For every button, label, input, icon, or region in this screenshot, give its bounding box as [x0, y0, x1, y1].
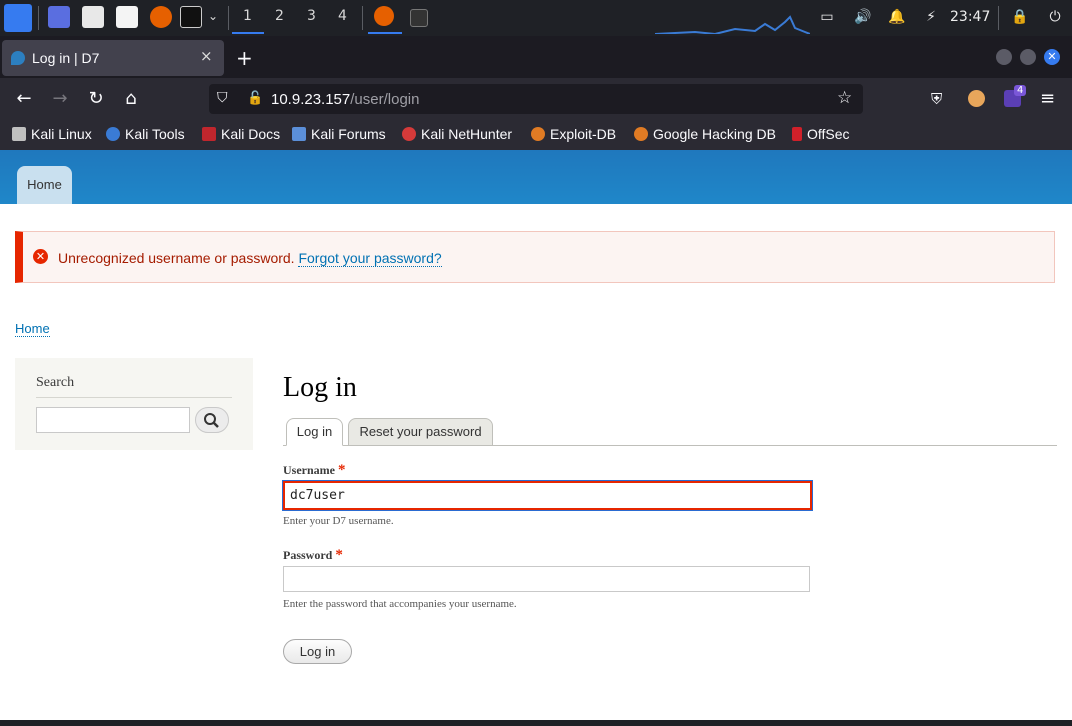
bookmark-offsec[interactable]: OffSec [792, 126, 850, 142]
maximize-icon[interactable] [1020, 49, 1036, 65]
extension-badge: 4 [1014, 85, 1027, 96]
terminal-window-icon[interactable] [410, 9, 428, 27]
search-block [15, 358, 253, 450]
bottom-panel [0, 720, 1072, 726]
new-tab-button[interactable]: + [236, 46, 253, 70]
required-marker: * [335, 547, 343, 563]
logout-icon[interactable]: ⏻ [1046, 8, 1064, 26]
reload-icon[interactable]: ↻ [85, 88, 107, 109]
bookmark-kali-forums[interactable]: Kali Forums [292, 126, 386, 142]
text-editor-icon[interactable] [116, 6, 138, 28]
back-arrow-icon[interactable]: ← [13, 88, 35, 109]
volume-icon[interactable]: 🔊 [854, 8, 872, 26]
search-icon [204, 413, 219, 428]
password-label-text: Password [283, 548, 333, 562]
exploit-db-icon [531, 127, 545, 141]
tab-title: Log in | D7 [32, 50, 100, 66]
error-icon: ✕ [33, 249, 48, 264]
display-icon[interactable]: ▭ [818, 8, 836, 26]
kali-dragon-icon [12, 127, 26, 141]
url-text[interactable]: 10.9.23.157/user/login [271, 91, 419, 108]
chevron-down-icon[interactable]: ⌄ [208, 9, 218, 23]
extension-cookie-icon[interactable] [968, 90, 985, 107]
workspace-2[interactable]: 2 [275, 8, 284, 24]
network-graph-icon [655, 15, 810, 34]
system-taskbar: ⌄ 1 2 3 4 ▭ 🔊 🔔 ⚡ 23:47 🔒 ⏻ [0, 0, 1072, 36]
terminal-icon[interactable] [180, 6, 202, 28]
close-window-icon[interactable]: ✕ [1044, 49, 1060, 65]
active-workspace-indicator [232, 32, 264, 34]
lock-icon[interactable]: 🔒 [1011, 8, 1029, 26]
site-header [0, 150, 1072, 204]
drupal-favicon-icon [11, 51, 25, 65]
bookmark-label: Google Hacking DB [653, 126, 776, 142]
search-input[interactable] [36, 407, 190, 433]
workspace-4[interactable]: 4 [338, 8, 347, 24]
firefox-icon[interactable] [150, 6, 172, 28]
bookmark-kali-tools[interactable]: Kali Tools [106, 126, 185, 142]
bookmark-kali-nethunter[interactable]: Kali NetHunter [402, 126, 512, 142]
error-text: Unrecognized username or password. [58, 250, 295, 266]
kali-menu-icon[interactable] [4, 4, 32, 32]
bookmark-label: Kali Docs [221, 126, 281, 142]
forgot-password-link[interactable]: Forgot your password? [298, 250, 442, 267]
bookmark-label: Kali Linux [31, 126, 92, 142]
insecure-lock-icon[interactable]: 🔓 [247, 91, 263, 106]
breadcrumb-home[interactable]: Home [15, 321, 50, 337]
url-path: /user/login [350, 91, 420, 108]
bookmark-kali-docs[interactable]: Kali Docs [202, 126, 280, 142]
required-marker: * [337, 462, 346, 478]
workspace-switcher-icon[interactable] [48, 6, 70, 28]
hamburger-menu-icon[interactable]: ≡ [1040, 88, 1055, 109]
ghdb-icon [634, 127, 648, 141]
bookmark-label: Exploit-DB [550, 126, 617, 142]
search-block-title: Search [36, 375, 75, 390]
firefox-window-icon[interactable] [374, 6, 394, 26]
file-manager-icon[interactable] [82, 6, 104, 28]
kali-tools-icon [106, 127, 120, 141]
bookmark-label: Kali NetHunter [421, 126, 513, 142]
workspace-1[interactable]: 1 [243, 8, 252, 24]
divider [36, 397, 232, 398]
nethunter-icon [402, 127, 416, 141]
bookmark-label: Kali Forums [311, 126, 386, 142]
home-icon[interactable]: ⌂ [120, 88, 142, 109]
shield-icon[interactable]: ⛉ [217, 90, 228, 106]
offsec-icon [792, 127, 802, 141]
bookmark-label: Kali Tools [125, 126, 185, 142]
username-label: Username * [283, 462, 345, 479]
workspace-3[interactable]: 3 [307, 8, 316, 24]
clock[interactable]: 23:47 [950, 9, 990, 25]
username-field[interactable] [283, 481, 812, 510]
search-button[interactable] [195, 407, 229, 433]
username-description: Enter your D7 username. [283, 515, 394, 527]
kali-forums-icon [292, 127, 306, 141]
page-title: Log in [283, 372, 357, 403]
kali-docs-icon [202, 127, 216, 141]
bookmark-google-hacking-db[interactable]: Google Hacking DB [634, 126, 776, 142]
bookmark-kali-linux[interactable]: Kali Linux [12, 126, 92, 142]
username-label-text: Username [283, 463, 335, 477]
bookmark-star-icon[interactable]: ☆ [837, 88, 852, 108]
log-in-button[interactable]: Log in [283, 639, 352, 664]
main-menu-home[interactable]: Home [17, 166, 72, 204]
pocket-icon[interactable]: ⛨ [931, 90, 942, 108]
forward-arrow-icon[interactable]: → [49, 88, 71, 109]
minimize-icon[interactable] [996, 49, 1012, 65]
power-icon[interactable]: ⚡ [922, 8, 940, 26]
password-description: Enter the password that accompanies your… [283, 598, 517, 610]
error-message-text: Unrecognized username or password. Forgo… [58, 250, 442, 267]
active-window-indicator [368, 32, 402, 34]
url-host: 10.9.23.157 [271, 91, 351, 108]
notification-bell-icon[interactable]: 🔔 [888, 8, 906, 26]
bookmark-exploit-db[interactable]: Exploit-DB [531, 126, 616, 142]
tab-log-in[interactable]: Log in [286, 418, 343, 446]
tab-reset-password[interactable]: Reset your password [348, 418, 493, 446]
password-field[interactable] [283, 566, 810, 592]
close-tab-icon[interactable]: × [200, 47, 213, 65]
password-label: Password * [283, 547, 343, 564]
bookmark-label: OffSec [807, 126, 850, 142]
